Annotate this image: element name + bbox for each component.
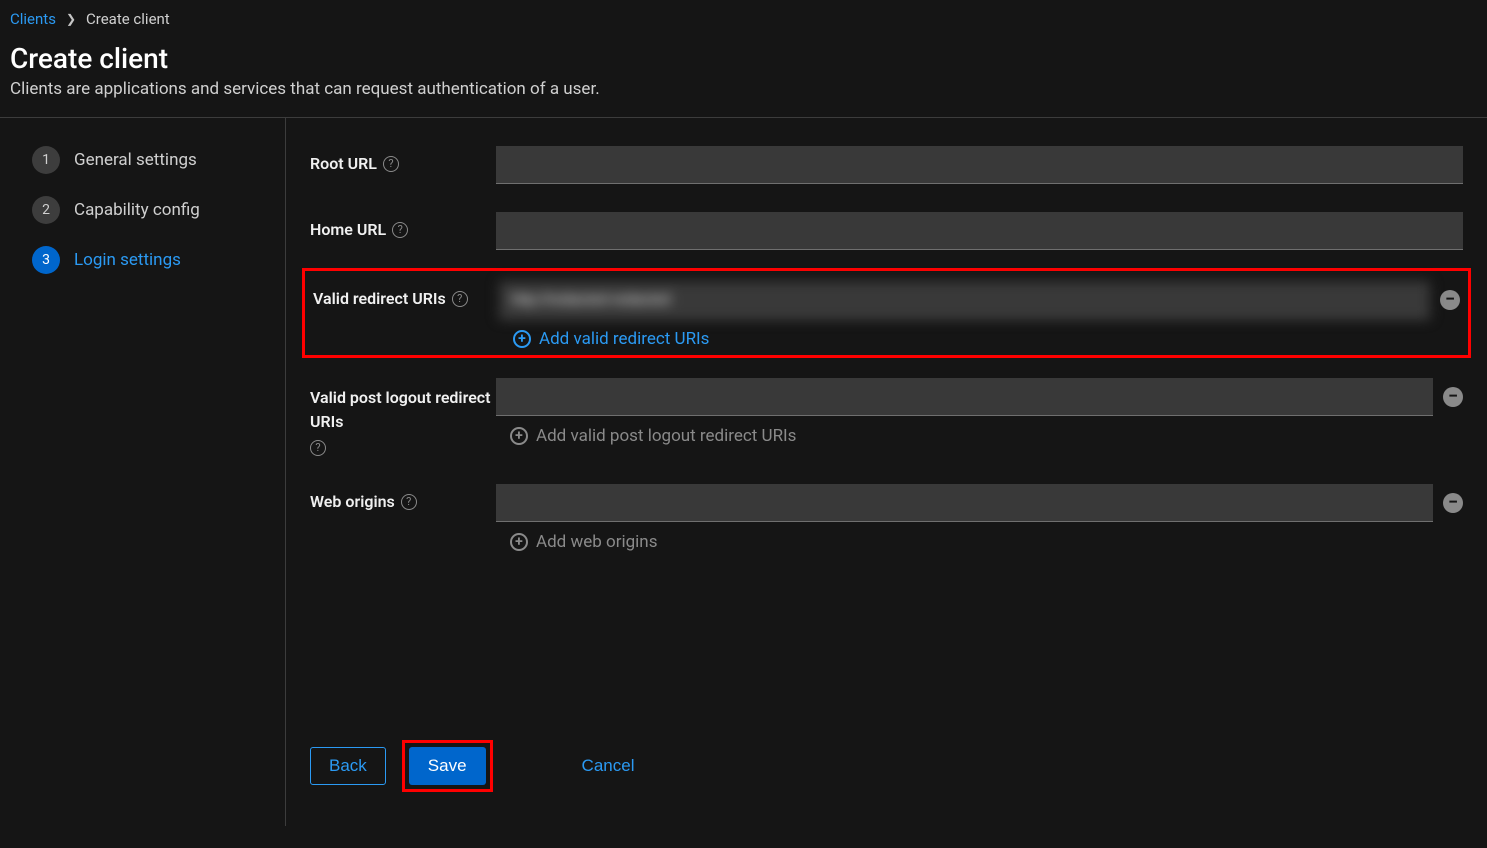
footer-buttons: Back Save Cancel [310, 740, 653, 792]
label-web-origins: Web origins [310, 492, 395, 511]
step-label: Capability config [74, 200, 200, 220]
save-highlight: Save [402, 740, 493, 792]
step-capability-config[interactable]: 2 Capability config [32, 196, 285, 224]
row-post-logout: Valid post logout redirect URIs ? − + Ad… [310, 378, 1463, 456]
plus-circle-icon: + [510, 427, 528, 445]
label-valid-redirect: Valid redirect URIs [313, 289, 446, 308]
step-label: General settings [74, 150, 197, 170]
post-logout-input[interactable] [496, 378, 1433, 416]
row-web-origins: Web origins ? − + Add web origins [310, 484, 1463, 552]
add-post-logout-link[interactable]: + Add valid post logout redirect URIs [510, 426, 1463, 446]
add-post-logout-label: Add valid post logout redirect URIs [536, 426, 796, 446]
back-button[interactable]: Back [310, 747, 386, 785]
remove-web-origin-button[interactable]: − [1443, 493, 1463, 513]
add-web-origins-label: Add web origins [536, 532, 657, 552]
help-icon[interactable]: ? [392, 222, 408, 238]
page-title: Create client [10, 42, 1477, 75]
valid-redirect-input[interactable] [499, 281, 1430, 319]
step-login-settings[interactable]: 3 Login settings [32, 246, 285, 274]
minus-icon: − [1448, 494, 1458, 512]
breadcrumb-clients-link[interactable]: Clients [10, 10, 56, 28]
wizard-steps: 1 General settings 2 Capability config 3… [0, 118, 286, 826]
help-icon[interactable]: ? [452, 291, 468, 307]
add-valid-redirect-link[interactable]: + Add valid redirect URIs [513, 329, 1460, 349]
step-number: 2 [32, 196, 60, 224]
cancel-button[interactable]: Cancel [563, 747, 654, 785]
web-origins-input[interactable] [496, 484, 1433, 522]
remove-post-logout-button[interactable]: − [1443, 387, 1463, 407]
row-root-url: Root URL ? [310, 146, 1463, 184]
step-label: Login settings [74, 250, 181, 270]
plus-circle-icon: + [513, 330, 531, 348]
valid-redirect-highlight: Valid redirect URIs ? − + Add valid redi… [302, 268, 1471, 358]
label-post-logout: Valid post logout redirect URIs [310, 386, 496, 434]
plus-circle-icon: + [510, 533, 528, 551]
help-icon[interactable]: ? [383, 156, 399, 172]
step-number: 3 [32, 246, 60, 274]
breadcrumb: Clients ❯ Create client [10, 10, 1477, 28]
save-button[interactable]: Save [409, 747, 486, 785]
step-number: 1 [32, 146, 60, 174]
label-home-url: Home URL [310, 220, 386, 239]
remove-redirect-button[interactable]: − [1440, 290, 1460, 310]
help-icon[interactable]: ? [310, 440, 326, 456]
root-url-input[interactable] [496, 146, 1463, 184]
minus-icon: − [1445, 291, 1455, 309]
home-url-input[interactable] [496, 212, 1463, 250]
label-root-url: Root URL [310, 154, 377, 173]
breadcrumb-current: Create client [86, 10, 170, 28]
minus-icon: − [1448, 388, 1458, 406]
chevron-right-icon: ❯ [66, 12, 76, 26]
help-icon[interactable]: ? [401, 494, 417, 510]
row-home-url: Home URL ? [310, 212, 1463, 250]
step-general-settings[interactable]: 1 General settings [32, 146, 285, 174]
add-web-origins-link[interactable]: + Add web origins [510, 532, 1463, 552]
add-valid-redirect-label: Add valid redirect URIs [539, 329, 709, 349]
page-subtitle: Clients are applications and services th… [10, 79, 1477, 99]
